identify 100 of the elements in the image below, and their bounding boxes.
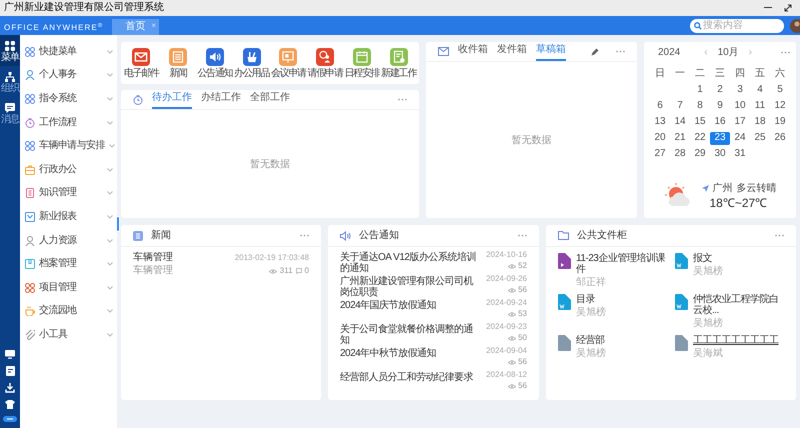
sidebar-item[interactable]: 行政办公 xyxy=(20,158,117,182)
sidebar-item[interactable]: 项目管理 xyxy=(20,276,117,300)
calendar-day[interactable]: 25 xyxy=(750,132,770,144)
calendar-day[interactable]: 9 xyxy=(710,100,730,112)
calendar-day[interactable]: 28 xyxy=(670,148,690,160)
document-icon[interactable] xyxy=(6,366,14,376)
app-shortcut[interactable]: 请假申请 xyxy=(306,48,344,78)
calendar-day[interactable]: 20 xyxy=(650,132,670,144)
tab[interactable]: 待办工作 xyxy=(152,89,192,109)
monitor-icon[interactable] xyxy=(5,350,15,359)
calendar-day[interactable]: 10 xyxy=(730,100,750,112)
year-label: 2024 xyxy=(658,46,680,60)
calendar-day[interactable]: 29 xyxy=(690,148,710,160)
tab[interactable]: 收件箱 xyxy=(458,41,488,61)
pencil-icon[interactable] xyxy=(591,48,599,56)
calendar-day[interactable]: 4 xyxy=(750,84,770,96)
calendar-day[interactable]: 31 xyxy=(730,148,750,160)
app-shortcut[interactable]: 公告通知 xyxy=(196,48,234,78)
calendar-day[interactable]: 17 xyxy=(730,116,750,128)
calendar-day[interactable]: 3 xyxy=(730,84,750,96)
restore-icon[interactable] xyxy=(784,4,792,12)
sidebar-item[interactable]: 车辆申请与安排 xyxy=(20,134,117,158)
rail-item[interactable]: 消息 xyxy=(0,97,20,128)
calendar-day[interactable]: 14 xyxy=(670,116,690,128)
more-icon[interactable] xyxy=(518,234,527,237)
more-icon[interactable] xyxy=(300,234,309,237)
download-icon[interactable] xyxy=(5,383,15,393)
sidebar-item[interactable]: 交流园地 xyxy=(20,300,117,324)
calendar-day[interactable]: 7 xyxy=(670,100,690,112)
collapse-icon[interactable] xyxy=(3,416,17,422)
collapse-handle[interactable] xyxy=(116,216,120,232)
chevron-icon xyxy=(107,238,113,243)
calendar-day[interactable]: 6 xyxy=(650,100,670,112)
calendar-day[interactable]: 13 xyxy=(650,116,670,128)
calendar-day[interactable]: 1 xyxy=(690,84,710,96)
notice-title[interactable]: 经营部人员分工和劳动纪律要求 xyxy=(340,371,473,383)
app-shortcut[interactable]: 日程安排 xyxy=(344,48,380,78)
comment-count: 0 xyxy=(304,267,309,275)
sidebar-item[interactable]: 指令系统 xyxy=(20,87,117,111)
tab[interactable]: 草稿箱 xyxy=(536,41,566,61)
calendar-day[interactable]: 26 xyxy=(770,132,790,144)
file-owner: 吴旭榜 xyxy=(693,267,723,277)
news-title[interactable]: 车辆管理 xyxy=(133,253,173,263)
calendar-day[interactable]: 16 xyxy=(710,116,730,128)
calendar-day[interactable]: 5 xyxy=(770,84,790,96)
calendar-day[interactable]: 21 xyxy=(670,132,690,144)
app-shortcut[interactable]: 新闻 xyxy=(160,48,196,78)
search-field[interactable]: 搜索内容 xyxy=(690,18,784,32)
sidebar-item[interactable]: 工作流程 xyxy=(20,110,117,134)
sidebar-item[interactable]: 个人事务 xyxy=(20,64,117,88)
file-name[interactable]: 目录 xyxy=(576,294,606,305)
calendar-day[interactable]: 30 xyxy=(710,148,730,160)
calendar-day[interactable]: 8 xyxy=(690,100,710,112)
chevron-icon xyxy=(108,144,115,148)
rail-item[interactable]: 组织 xyxy=(0,66,20,97)
sidebar-item[interactable]: 人力资源 xyxy=(20,228,117,252)
speaker-icon xyxy=(340,230,351,240)
chevron-icon xyxy=(107,191,113,196)
calendar-day[interactable]: 18 xyxy=(750,116,770,128)
app-shortcut[interactable]: 会议申请 xyxy=(270,48,307,78)
file-name[interactable]: 报文 xyxy=(693,253,723,264)
more-icon[interactable] xyxy=(781,50,790,54)
calendar-day[interactable]: 19 xyxy=(770,116,790,128)
app-shortcut[interactable]: 办公用品 xyxy=(233,48,270,78)
more-icon[interactable] xyxy=(398,98,407,101)
more-icon[interactable] xyxy=(775,234,784,237)
file-name[interactable]: 经营部 xyxy=(576,335,606,346)
calendar-day[interactable]: 27 xyxy=(650,148,670,160)
sidebar-item[interactable]: 快捷菜单 xyxy=(20,40,117,64)
rail-item[interactable]: 菜单 xyxy=(0,35,20,66)
sidebar-item[interactable]: 知识管理 xyxy=(20,182,117,206)
tab[interactable]: 办结工作 xyxy=(201,89,241,109)
app-shortcut[interactable]: 电子邮件 xyxy=(123,48,160,78)
calendar-day[interactable]: 11 xyxy=(750,100,770,112)
more-icon[interactable] xyxy=(616,50,625,53)
minimize-icon[interactable] xyxy=(764,7,772,9)
chevron-icon xyxy=(107,332,113,337)
newspaper-icon xyxy=(133,230,143,240)
app-shortcut[interactable]: 新建工作 xyxy=(380,48,417,78)
sidebar-item[interactable]: 档案管理 xyxy=(20,252,117,276)
notice-title[interactable]: 广州新业建设管理有限公司司机岗位职责 xyxy=(340,275,480,298)
notice-title[interactable]: 2024年国庆节放假通知 xyxy=(340,299,436,311)
sidebar-item[interactable]: 新业报表 xyxy=(20,205,117,229)
file-name[interactable]: 工工工工工工工工工 xyxy=(693,335,778,346)
calendar-day[interactable]: 12 xyxy=(770,100,790,112)
file-name[interactable]: 11-23企业管理培训课件 xyxy=(576,253,667,275)
calendar-day[interactable]: 22 xyxy=(690,132,710,144)
notice-title[interactable]: 关于公司食堂就餐价格调整的通知 xyxy=(340,323,480,346)
file-name[interactable]: 仲恺农业工程学院白云校... xyxy=(693,294,784,316)
user-avatar[interactable] xyxy=(790,18,800,32)
notice-title[interactable]: 2024年中秋节放假通知 xyxy=(340,347,436,359)
sidebar-item[interactable]: 小工具 xyxy=(20,323,117,347)
tab[interactable]: 全部工作 xyxy=(250,89,290,109)
calendar-day[interactable]: 24 xyxy=(730,132,750,144)
calendar-day[interactable]: 2 xyxy=(710,84,730,96)
shirt-icon[interactable] xyxy=(5,400,15,409)
calendar-day[interactable]: 23 xyxy=(710,132,730,144)
calendar-day[interactable]: 15 xyxy=(690,116,710,128)
tab[interactable]: 发件箱 xyxy=(497,41,527,61)
notice-title[interactable]: 关于通达OA V12版办公系统培训的通知 xyxy=(340,251,480,274)
